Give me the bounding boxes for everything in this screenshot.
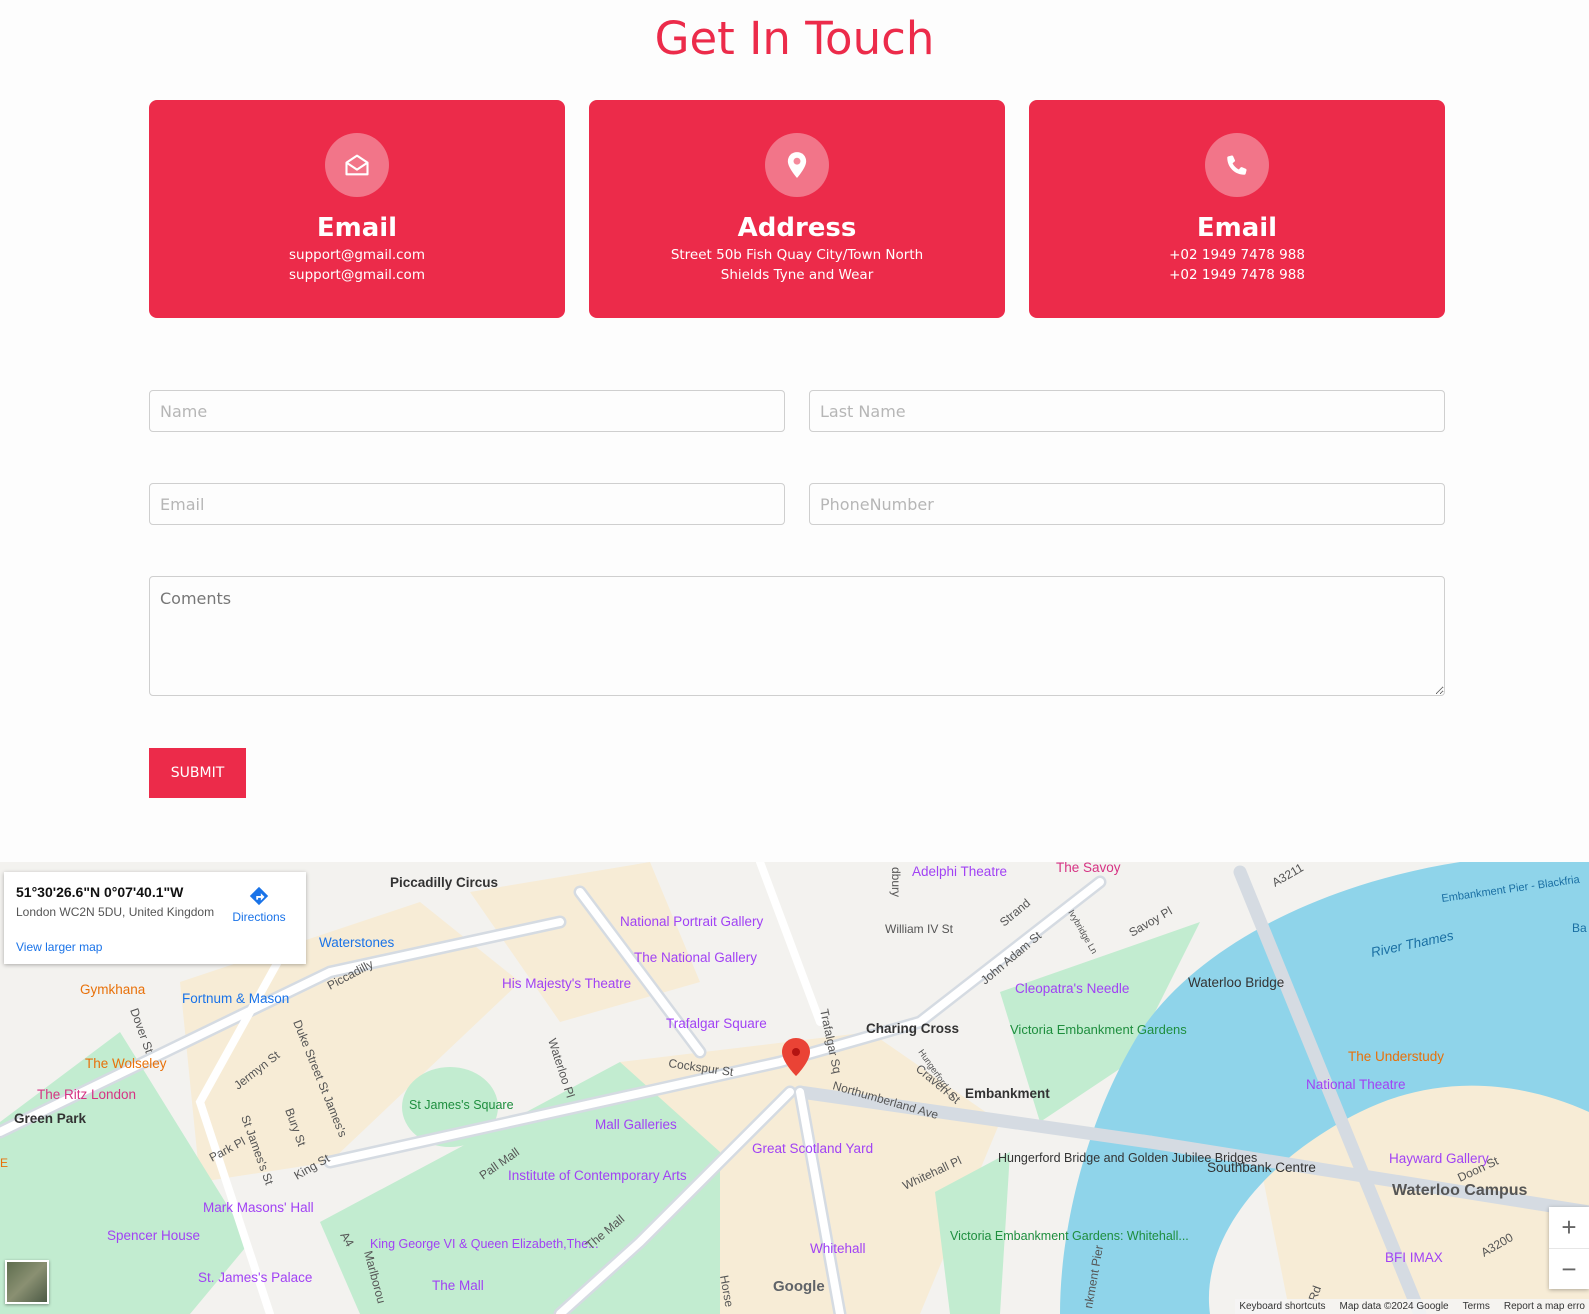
last-name-input[interactable] xyxy=(809,390,1445,432)
map-label[interactable]: National Theatre xyxy=(1306,1077,1406,1092)
map-label[interactable]: St. James's Palace xyxy=(198,1270,312,1285)
phone-card: Email +02 1949 7478 988 +02 1949 7478 98… xyxy=(1029,100,1445,318)
map-label[interactable]: Great Scotland Yard xyxy=(752,1141,873,1156)
map-label[interactable]: Waterloo Bridge xyxy=(1188,975,1284,990)
report-error-link[interactable]: Report a map erro xyxy=(1504,1301,1585,1312)
comments-textarea[interactable] xyxy=(149,576,1445,696)
map-label: Waterloo Campus xyxy=(1392,1182,1528,1199)
map-label[interactable]: Waterstones xyxy=(319,935,395,950)
email-card: Email support@gmail.com support@gmail.co… xyxy=(149,100,565,318)
street-label: E xyxy=(0,1156,8,1170)
map-label[interactable]: Victoria Embankment Gardens: Whitehall..… xyxy=(950,1229,1189,1243)
map-label[interactable]: Embankment xyxy=(965,1086,1050,1101)
map-label[interactable]: BFI IMAX xyxy=(1385,1250,1443,1265)
card-line: support@gmail.com xyxy=(289,247,425,263)
place-info-card: 51°30'26.6"N 0°07'40.1"W London WC2N 5DU… xyxy=(4,872,306,964)
satellite-toggle[interactable] xyxy=(5,1260,49,1304)
map-label[interactable]: Southbank Centre xyxy=(1207,1160,1316,1175)
map-label[interactable]: The Understudy xyxy=(1348,1049,1444,1064)
map-label[interactable]: Fortnum & Mason xyxy=(182,991,289,1006)
map-label[interactable]: Mall Galleries xyxy=(595,1117,677,1132)
phone-input[interactable] xyxy=(809,483,1445,525)
map-label[interactable]: King George VI & Queen Elizabeth,The... xyxy=(370,1237,599,1251)
map-label[interactable]: The Ritz London xyxy=(37,1087,136,1102)
name-input[interactable] xyxy=(149,390,785,432)
map-label[interactable]: Adelphi Theatre xyxy=(912,864,1007,879)
map-label[interactable]: Piccadilly Circus xyxy=(390,875,498,890)
directions-button[interactable]: Directions xyxy=(228,885,290,924)
map-label[interactable]: Cleopatra's Needle xyxy=(1015,981,1129,996)
card-line: +02 1949 7478 988 xyxy=(1169,247,1305,263)
card-line: support@gmail.com xyxy=(289,267,425,283)
card-title: Email xyxy=(1196,213,1278,243)
map-label[interactable]: Victoria Embankment Gardens xyxy=(1010,1022,1187,1037)
map-label[interactable]: National Portrait Gallery xyxy=(620,914,764,929)
address-card: Address Street 50b Fish Quay City/Town N… xyxy=(589,100,1005,318)
directions-label: Directions xyxy=(232,910,286,924)
card-line: Shields Tyne and Wear xyxy=(720,267,874,283)
map-label[interactable]: His Majesty's Theatre xyxy=(502,976,631,991)
map-footer: Keyboard shortcuts Map data ©2024 Google… xyxy=(1235,1299,1589,1314)
card-line: +02 1949 7478 988 xyxy=(1169,267,1305,283)
map-label[interactable]: Gymkhana xyxy=(80,982,146,997)
map-label[interactable]: Green Park xyxy=(14,1111,87,1126)
map-label[interactable]: The National Gallery xyxy=(634,950,757,965)
map[interactable]: Piccadilly Circus Adelphi Theatre The Sa… xyxy=(0,862,1589,1314)
map-label[interactable]: Institute of Contemporary Arts xyxy=(508,1168,687,1183)
email-input[interactable] xyxy=(149,483,785,525)
directions-icon xyxy=(228,885,290,910)
map-label[interactable]: Trafalgar Square xyxy=(666,1016,767,1031)
map-label[interactable]: Whitehall xyxy=(810,1241,866,1256)
map-label[interactable]: The Mall xyxy=(432,1278,484,1293)
map-label[interactable]: The Wolseley xyxy=(85,1056,167,1071)
map-data-label: Map data ©2024 Google xyxy=(1339,1301,1449,1312)
map-label: William IV St xyxy=(885,922,954,936)
map-label[interactable]: Mark Masons' Hall xyxy=(203,1200,314,1215)
submit-button[interactable]: SUBMIT xyxy=(149,748,246,798)
map-label: St James's Square xyxy=(409,1098,514,1112)
page-title: Get In Touch xyxy=(654,12,935,65)
card-line: Street 50b Fish Quay City/Town North xyxy=(670,247,924,263)
street-label: Ba xyxy=(1572,921,1587,935)
view-larger-map-link[interactable]: View larger map xyxy=(16,940,102,954)
map-label[interactable]: Charing Cross xyxy=(866,1021,959,1036)
map-label[interactable]: Spencer House xyxy=(107,1228,200,1243)
card-title: Address xyxy=(737,213,857,243)
google-logo: Google xyxy=(773,1278,825,1295)
coordinates: 51°30'26.6"N 0°07'40.1"W xyxy=(16,884,184,900)
zoom-out-button[interactable]: − xyxy=(1549,1249,1589,1290)
map-label[interactable]: The Savoy xyxy=(1056,862,1121,875)
street-label: dbury xyxy=(889,867,903,897)
envelope-open-icon xyxy=(325,133,389,197)
zoom-controls: + − xyxy=(1549,1207,1589,1289)
address: London WC2N 5DU, United Kingdom xyxy=(16,905,215,919)
phone-icon xyxy=(1205,133,1269,197)
map-pin-icon xyxy=(765,133,829,197)
zoom-in-button[interactable]: + xyxy=(1549,1207,1589,1248)
terms-link[interactable]: Terms xyxy=(1463,1301,1490,1312)
card-title: Email xyxy=(316,213,398,243)
keyboard-shortcuts-link[interactable]: Keyboard shortcuts xyxy=(1239,1301,1325,1312)
